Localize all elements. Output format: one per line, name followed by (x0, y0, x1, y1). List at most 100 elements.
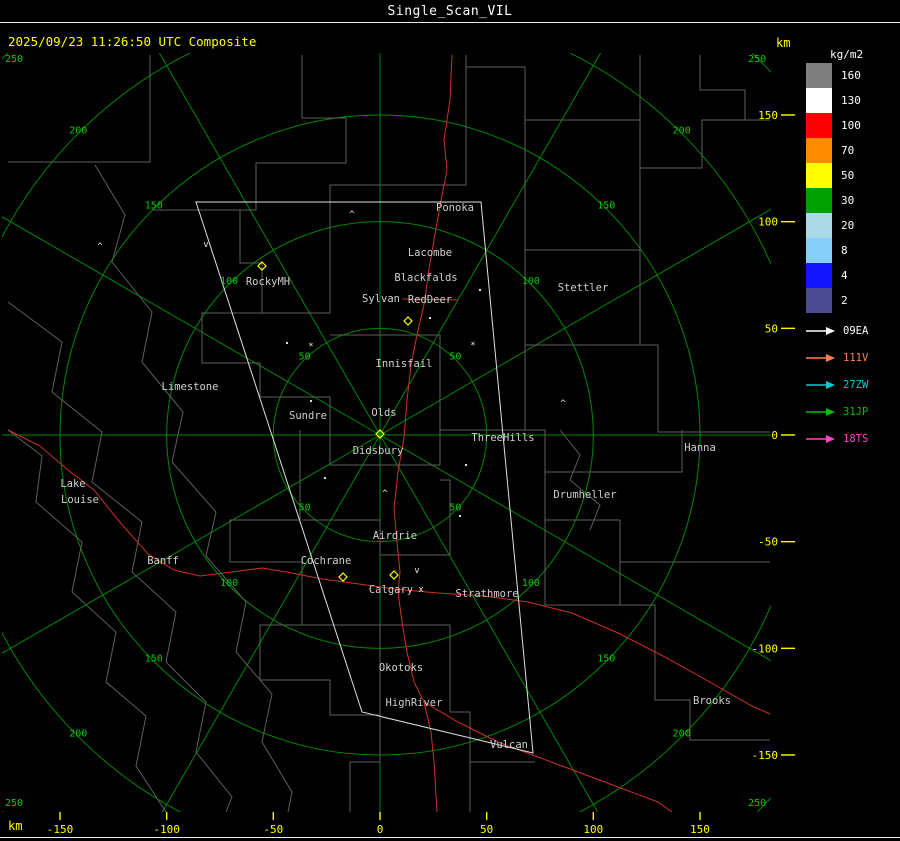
county-boundary (640, 119, 770, 169)
poi-marker: ^ (382, 489, 388, 499)
colorbar-row: 30 (806, 188, 861, 213)
range-label: 50 (299, 352, 311, 363)
timestamp-label: 2025/09/23 11:26:50 UTC Composite (8, 34, 257, 49)
right-axis-tick-label: 0 (771, 429, 778, 442)
bottom-axis-tick-label: -50 (263, 823, 283, 836)
place-label: Innisfail (376, 358, 433, 370)
site-legend-row: 18TS (806, 425, 868, 452)
range-spoke (379, 434, 771, 662)
radar-site-marker (403, 316, 413, 326)
colorbar-swatch (806, 213, 832, 238)
colorbar-swatch (806, 138, 832, 163)
place-label: Blackfalds (394, 272, 457, 284)
poi-dot (286, 342, 288, 344)
range-label: 150 (145, 201, 163, 212)
place-label: Sundre (289, 410, 327, 422)
range-ring (2, 53, 771, 812)
map-layers: 50 50 50 50 100 100 100 100 150 150 150 150 200 200 20… (2, 53, 771, 812)
site-legend-row: 27ZW (806, 371, 868, 398)
county-boundary (640, 344, 770, 433)
radar-site-marker (338, 572, 348, 582)
poi-marker: v (414, 566, 419, 576)
range-label: 200 (69, 125, 87, 136)
colorbar: 160 130 100 70 50 30 20 8 4 2 (806, 63, 861, 313)
range-spoke (158, 53, 381, 436)
place-label: Lake (60, 478, 85, 490)
range-label: 250 (748, 54, 766, 65)
right-axis-unit-label: km (776, 36, 791, 50)
site-id-label: 27ZW (843, 378, 869, 391)
place-label: Didsbury (353, 445, 404, 457)
colorbar-value: 4 (841, 269, 848, 282)
poi-marker: * (308, 342, 313, 352)
right-axis-tick-label: 100 (758, 216, 778, 229)
county-boundary (7, 429, 167, 812)
range-label: 50 (299, 502, 311, 513)
county-boundary (330, 55, 467, 186)
poi-dot (465, 464, 467, 466)
place-label: Calgary (369, 584, 413, 596)
colorbar-unit-label: kg/m2 (830, 48, 864, 61)
radar-site-marker (389, 570, 399, 580)
poi-marker: ^ (349, 210, 355, 220)
colorbar-row: 160 (806, 63, 861, 88)
colorbar-row: 20 (806, 213, 861, 238)
range-label: 50 (449, 352, 461, 363)
range-label: 250 (748, 798, 766, 809)
range-label: 250 (5, 54, 23, 65)
range-spoke (161, 434, 381, 812)
place-label: Cochrane (301, 555, 352, 567)
place-label: Stettler (558, 282, 609, 294)
place-label: RockyMH (246, 276, 290, 288)
county-boundary (525, 429, 683, 473)
bottom-axis-tick-label: 50 (480, 823, 493, 836)
colorbar-value: 70 (841, 144, 855, 157)
county-boundary (525, 55, 641, 121)
county-boundary (559, 429, 601, 531)
site-id-label: 18TS (843, 432, 869, 445)
county-boundary (349, 715, 381, 812)
right-axis-tick-label: -50 (758, 536, 778, 549)
radar-map-canvas[interactable]: 50 5050 50100 100100 100150 150150 150200 20020… (0, 0, 900, 841)
highway-line (423, 701, 673, 812)
site-arrow-icon (806, 434, 835, 443)
bottom-axis-tick-label: 150 (690, 823, 710, 836)
bottom-axis-unit-label: km (8, 819, 23, 833)
range-label: 200 (69, 729, 87, 740)
place-label: RedDeer (408, 294, 452, 306)
range-spoke (379, 434, 599, 812)
colorbar-row: 4 (806, 263, 861, 288)
poi-dot (459, 515, 461, 517)
colorbar-row: 70 (806, 138, 861, 163)
bottom-divider (0, 837, 900, 838)
county-boundary (525, 250, 641, 346)
place-label: HighRiver (386, 697, 443, 709)
bottom-axis-tick-label: -100 (153, 823, 180, 836)
place-label: Limestone (162, 381, 219, 393)
county-boundary (8, 55, 151, 163)
county-boundary (544, 472, 770, 563)
poi-marker: * (470, 341, 475, 351)
colorbar-swatch (806, 238, 832, 263)
county-boundary (466, 66, 526, 430)
colorbar-row: 50 (806, 163, 861, 188)
place-label: Vulcan (490, 739, 528, 751)
radar-site-legend: 09EA 111V 27ZW 31JP 18TS (806, 317, 868, 452)
place-label: Okotoks (379, 662, 423, 674)
site-legend-row: 31JP (806, 398, 868, 425)
site-arrow-icon (806, 380, 835, 389)
right-axis-tick-label: 150 (758, 109, 778, 122)
place-label: Brooks (693, 695, 731, 707)
colorbar-swatch (806, 88, 832, 113)
colorbar-swatch (806, 263, 832, 288)
site-id-label: 09EA (843, 324, 869, 337)
site-id-label: 111V (843, 351, 869, 364)
place-label: Louise (61, 494, 99, 506)
poi-marker: ^ (97, 242, 103, 252)
colorbar-swatch (806, 188, 832, 213)
place-label: Olds (371, 407, 396, 419)
bottom-axis-tick-label: -150 (47, 823, 74, 836)
colorbar-swatch (806, 163, 832, 188)
range-label: 200 (673, 729, 691, 740)
right-axis-tick-label: -150 (752, 749, 779, 762)
